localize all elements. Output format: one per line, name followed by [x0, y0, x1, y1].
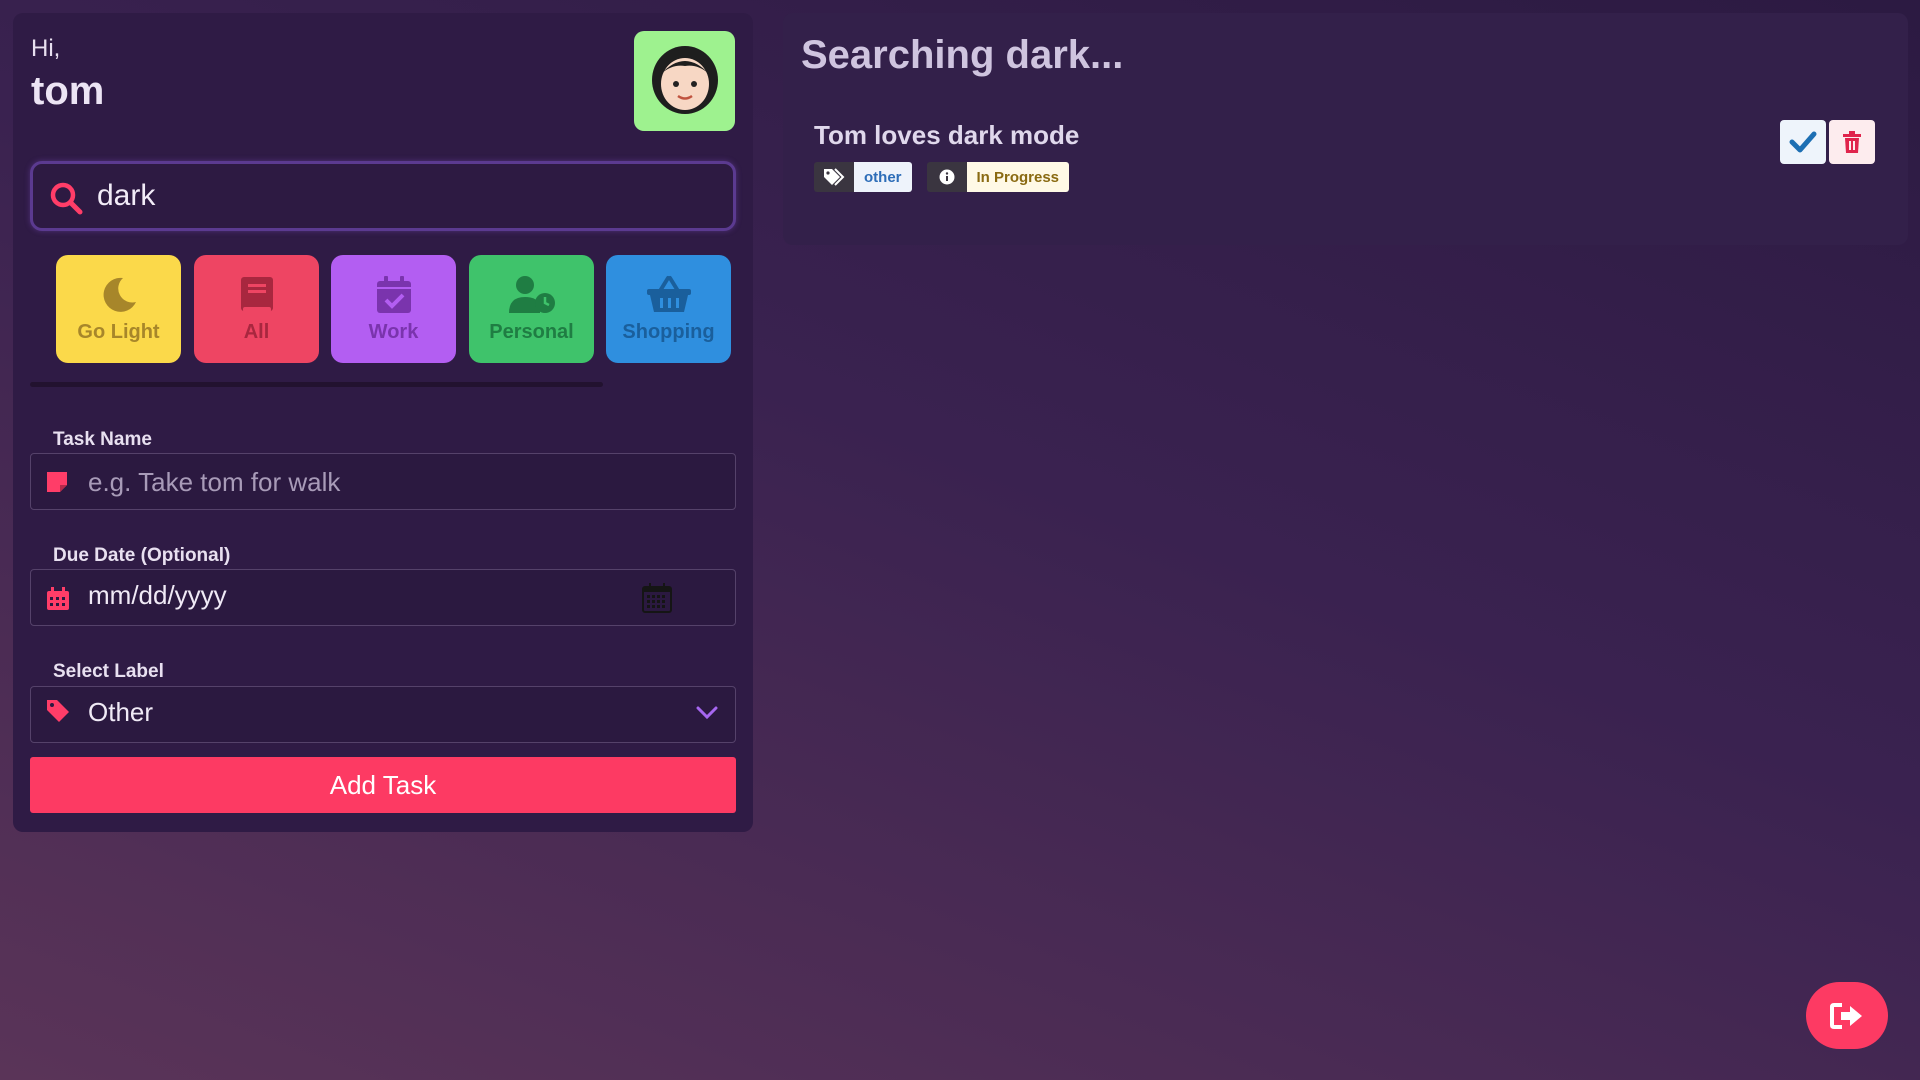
category-shopping[interactable]: Shopping [606, 255, 731, 363]
chevron-down-icon [696, 706, 718, 720]
greeting-hi: Hi, [31, 35, 61, 62]
calendar-icon [47, 587, 69, 610]
label-select[interactable]: Other [30, 686, 736, 743]
basket-icon [646, 275, 691, 312]
search-input[interactable] [97, 174, 697, 218]
search-icon [50, 182, 83, 215]
task-status-badge: In Progress [926, 162, 1070, 192]
book-icon [240, 276, 273, 312]
add-task-button[interactable]: Add Task [30, 757, 736, 813]
task-label-text: other [854, 162, 912, 192]
category-label: All [243, 320, 270, 343]
category-personal[interactable]: Personal [469, 255, 594, 363]
category-go-light[interactable]: Go Light [56, 255, 181, 363]
avatar[interactable] [634, 31, 735, 131]
select-label-label: Select Label [53, 661, 164, 682]
category-label: Go Light [77, 320, 160, 343]
tag-icon [47, 700, 69, 722]
moon-icon [103, 277, 136, 312]
calendar-check-icon [376, 275, 411, 313]
task-tags: other In Progress [814, 162, 1084, 192]
info-icon [939, 169, 954, 185]
task-status-text: In Progress [966, 162, 1070, 192]
category-work[interactable]: Work [331, 255, 456, 363]
check-icon [1789, 131, 1817, 153]
sticky-note-icon [47, 472, 67, 492]
trash-icon [1843, 131, 1861, 153]
category-all[interactable]: All [194, 255, 319, 363]
calendar-picker-icon[interactable] [641, 582, 673, 614]
label-select-value: Other [88, 697, 154, 727]
category-bar: Go Light All Work Personal Shopping [56, 255, 746, 363]
results-panel: Searching dark... Tom loves dark mode ot… [783, 13, 1908, 245]
task-name-field [30, 453, 736, 510]
task-label-badge: other [814, 162, 912, 192]
due-date-input[interactable]: mm/dd/yyyy [88, 580, 648, 616]
due-date-field: mm/dd/yyyy [30, 569, 736, 626]
category-label: Shopping [622, 320, 715, 343]
task-name-label: Task Name [53, 429, 152, 450]
category-scrollbar[interactable] [30, 382, 603, 387]
woman-face-icon [651, 46, 718, 114]
category-label: Personal [489, 320, 574, 343]
due-date-label: Due Date (Optional) [53, 545, 231, 566]
results-title: Searching dark... [801, 33, 1124, 77]
task-title: Tom loves dark mode [814, 120, 1080, 150]
delete-task-button[interactable] [1829, 120, 1875, 164]
complete-task-button[interactable] [1780, 120, 1826, 164]
sidebar-panel: Hi, tom Go Light [13, 13, 753, 832]
tags-icon [824, 168, 845, 186]
user-name: tom [31, 69, 105, 113]
task-name-input[interactable] [88, 464, 648, 500]
search-box [30, 161, 736, 231]
category-label: Work [368, 320, 419, 343]
logout-button[interactable] [1806, 982, 1888, 1049]
logout-icon [1830, 1002, 1862, 1029]
user-clock-icon [508, 275, 555, 313]
